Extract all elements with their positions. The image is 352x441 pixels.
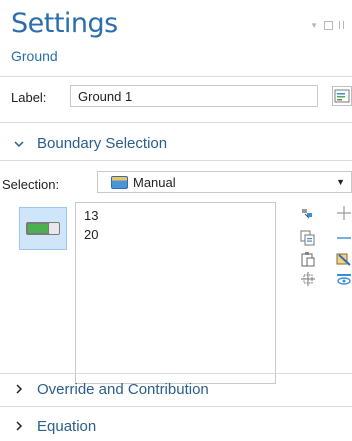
add-icon[interactable] <box>336 205 352 221</box>
selection-list[interactable]: 13 20 <box>75 202 276 384</box>
pin-icon[interactable] <box>339 21 344 29</box>
window-controls: ▼ <box>310 20 344 30</box>
section-boundary-selection[interactable]: Boundary Selection <box>0 128 352 158</box>
selection-dropdown[interactable]: Manual ▼ <box>97 171 352 193</box>
chevron-down-icon <box>9 135 29 152</box>
page-title: Settings <box>11 8 118 39</box>
remove-icon[interactable] <box>336 230 352 246</box>
chevron-right-icon <box>9 381 29 398</box>
copy-selection-icon[interactable] <box>300 207 316 223</box>
settings-window: Settings Ground ▼ Label: Boundary Select… <box>0 0 352 441</box>
section-divider <box>0 406 352 407</box>
toggle-icon <box>26 222 60 235</box>
page-subtitle: Ground <box>11 48 58 64</box>
zoom-to-selection-icon[interactable] <box>300 271 316 287</box>
chevron-down-icon: ▼ <box>336 177 345 187</box>
chevron-right-icon <box>9 418 29 435</box>
active-toggle-button[interactable] <box>19 207 67 250</box>
section-label: Override and Contribution <box>37 380 209 398</box>
list-item[interactable]: 13 <box>76 206 275 225</box>
paste-selection-icon[interactable] <box>300 230 316 246</box>
maximize-icon[interactable] <box>324 21 333 30</box>
section-equation[interactable]: Equation <box>0 411 352 441</box>
header-divider <box>0 76 352 77</box>
label-caption: Label: <box>11 90 47 105</box>
clear-selection-icon[interactable] <box>336 251 352 267</box>
section-label: Boundary Selection <box>37 134 168 152</box>
selection-mode-value: Manual <box>133 174 176 190</box>
clipboard-icon[interactable] <box>300 251 316 267</box>
label-field[interactable] <box>70 85 318 107</box>
show-selection-icon[interactable] <box>336 271 352 287</box>
dropdown-icon[interactable]: ▼ <box>310 21 318 30</box>
selection-caption: Selection: <box>2 177 60 192</box>
list-item[interactable]: 20 <box>76 225 275 244</box>
label-divider <box>0 122 352 123</box>
label-options-icon[interactable] <box>332 86 352 106</box>
section-override-contribution[interactable]: Override and Contribution <box>0 374 352 404</box>
section-divider <box>0 160 352 161</box>
manual-icon <box>111 175 128 189</box>
section-label: Equation <box>37 417 97 435</box>
